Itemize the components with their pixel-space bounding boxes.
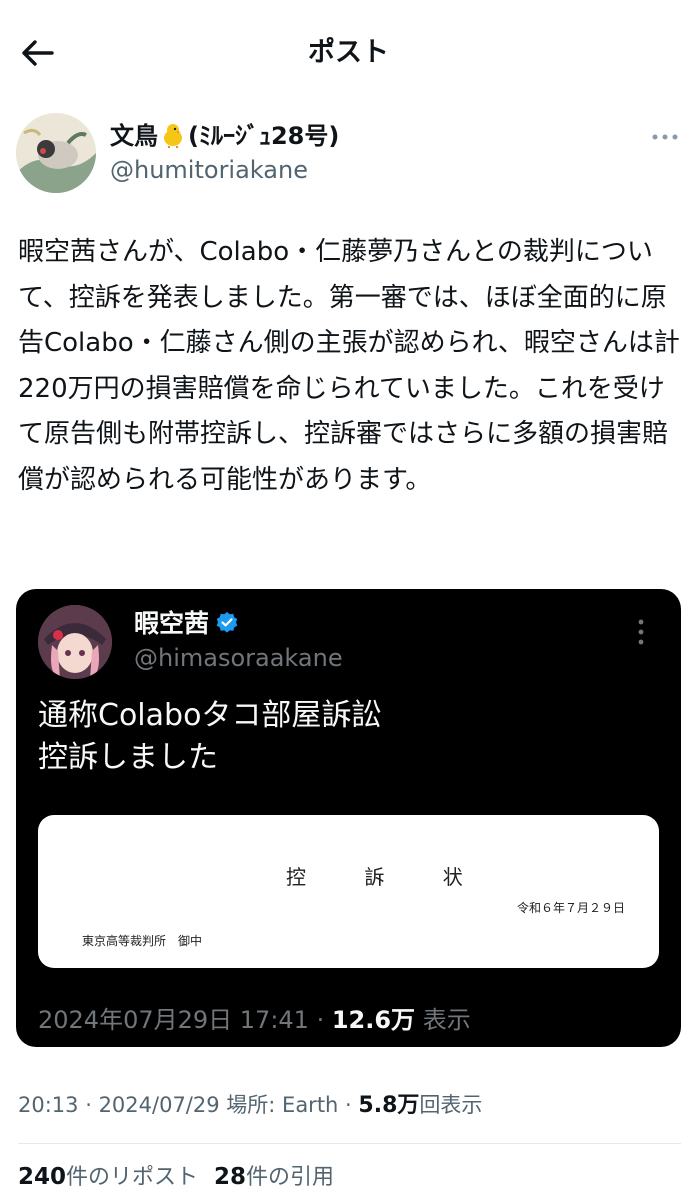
quote-text-line-1: 通称Colaboタコ部屋訴訟 [38,698,382,733]
post-meta-separator-1: · [78,1093,99,1117]
avatar[interactable] [16,113,96,193]
document-date: 令和６年７月２９日 [516,901,625,915]
post-time[interactable]: 20:13 [18,1093,79,1117]
author-handle[interactable]: @humitoriakane [110,154,308,186]
quote-tweet-card[interactable]: 暇空茜 @himasoraakane 通称Colaboタコ部屋訴訟 控訴しました… [16,589,681,1047]
verified-badge-icon [215,610,239,644]
chick-emoji-icon [160,122,186,156]
more-options-icon[interactable] [650,128,680,146]
engagement-stats: 240件のリポスト 28件の引用 [18,1160,334,1195]
quote-author-display-name: 暇空茜 [134,609,210,638]
top-bar: ポスト [0,0,697,104]
divider [18,1143,681,1144]
reposts-link[interactable]: 240件のリポスト [18,1164,199,1190]
quote-views-label: 表示 [415,1006,471,1034]
post-date[interactable]: 2024/07/29 [99,1093,220,1117]
quote-text-line-2: 控訴しました [38,740,218,775]
quote-views-count: 12.6万 [331,1006,416,1034]
quote-more-options-icon[interactable] [634,617,648,647]
quote-text: 通称Colaboタコ部屋訴訟 控訴しました [38,695,658,779]
author-name-suffix: (ﾐﾙｰｼﾞｭ28号) [188,122,340,150]
quote-meta: 2024年07月29日 17:41 · 12.6万 表示 [38,1003,471,1037]
post-views-label: 回表示 [419,1093,483,1117]
reposts-count: 240 [18,1164,67,1190]
quote-meta-separator: · [308,1006,332,1034]
post-meta: 20:13 · 2024/07/29 場所: Earth · 5.8万回表示 [18,1089,482,1122]
document-court: 東京高等裁判所 御中 [82,934,203,948]
quotes-label: 件の引用 [246,1165,335,1190]
quote-author-name[interactable]: 暇空茜 [134,607,239,644]
post-meta-separator-2: · [338,1093,359,1117]
tweet-text: 暇空茜さんが、Colabo・仁藤夢乃さんとの裁判について、控訴を発表しました。第… [18,237,680,495]
document-title: 控 訴 状 [286,865,489,889]
reposts-label: 件のリポスト [66,1165,199,1190]
quote-avatar[interactable] [38,605,112,679]
author-display-name: 文鳥 [110,122,158,150]
quotes-count: 28 [214,1164,247,1190]
post-location: 場所: Earth [226,1093,339,1117]
document-image[interactable]: 控 訴 状 令和６年７月２９日 東京高等裁判所 御中 [38,815,659,968]
author-name[interactable]: 文鳥 (ﾐﾙｰｼﾞｭ28号) [110,120,339,156]
post-views-count: 5.8万 [358,1093,420,1118]
page-title: ポスト [308,37,389,68]
quotes-link[interactable]: 28件の引用 [214,1164,335,1190]
quote-author-handle[interactable]: @himasoraakane [134,642,343,674]
quote-timestamp: 2024年07月29日 17:41 [38,1006,309,1034]
